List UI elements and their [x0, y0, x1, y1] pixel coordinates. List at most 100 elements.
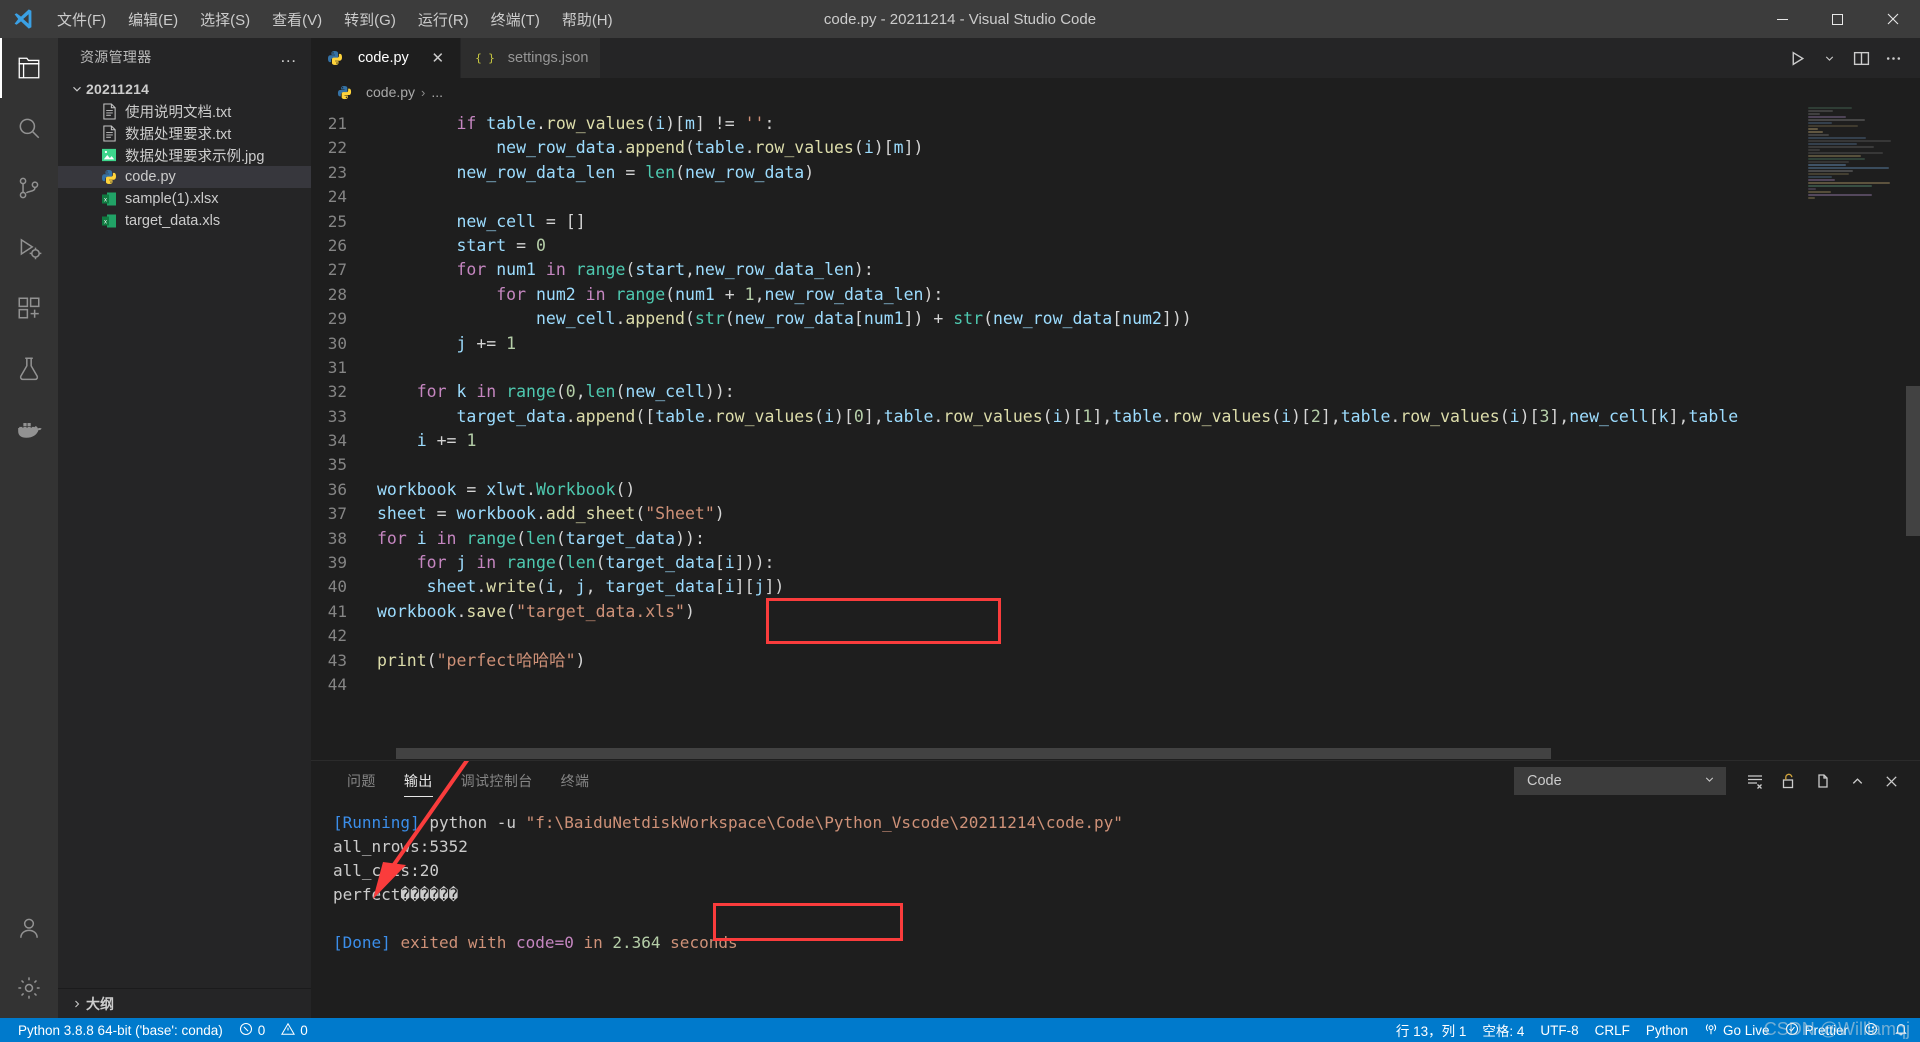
maximize-panel-icon[interactable]	[1842, 766, 1872, 796]
line-content[interactable]: new_row_data_len = len(new_row_data)	[373, 161, 814, 185]
tab-settings-json[interactable]: { } settings.json	[460, 38, 602, 78]
line-content[interactable]: j += 1	[373, 332, 516, 356]
code-editor[interactable]: 21 if table.row_values(i)[m] != '': 22 ne…	[311, 106, 1920, 760]
line-content[interactable]: i += 1	[373, 429, 477, 453]
status-bar-right: 行 13，列 1 空格: 4 UTF-8 CRLF Python Go Live	[1388, 1020, 1920, 1040]
line-content[interactable]: target_data.append([table.row_values(i)[…	[373, 405, 1738, 429]
run-code-button[interactable]	[1782, 43, 1812, 73]
editor-vertical-scrollbar[interactable]	[1906, 106, 1920, 760]
bottom-panel: 问题 输出 调试控制台 终端 Code [Running] python -u …	[311, 760, 1920, 1018]
menu-view[interactable]: 查看(V)	[261, 0, 333, 38]
tab-close-icon[interactable]: ✕	[428, 48, 448, 68]
panel-tab-output[interactable]: 输出	[390, 761, 447, 801]
line-content[interactable]: for k in range(0,len(new_cell)):	[373, 380, 735, 404]
outline-section-header[interactable]: 大纲	[58, 988, 311, 1018]
notifications-status[interactable]	[1886, 1022, 1916, 1039]
tree-item-sample-xlsx[interactable]: x sample(1).xlsx	[58, 188, 311, 210]
line-content[interactable]: print("perfect哈哈哈")	[373, 649, 585, 673]
line-content[interactable]: for i in range(len(target_data)):	[373, 527, 705, 551]
menu-help[interactable]: 帮助(H)	[551, 0, 624, 38]
menu-selection[interactable]: 选择(S)	[189, 0, 261, 38]
line-content[interactable]: new_row_data.append(table.row_values(i)[…	[373, 136, 923, 160]
editor-horizontal-scrollbar[interactable]	[311, 748, 1802, 760]
panel-header: 问题 输出 调试控制台 终端 Code	[311, 761, 1920, 801]
tree-item-usage-doc[interactable]: 使用说明文档.txt	[58, 100, 311, 122]
encoding-status[interactable]: UTF-8	[1532, 1023, 1586, 1038]
accounts-icon[interactable]	[0, 898, 58, 958]
chevron-down-icon[interactable]	[68, 82, 86, 96]
panel-tab-debug-console[interactable]: 调试控制台	[447, 761, 547, 801]
editor-vertical-scrollbar-thumb[interactable]	[1906, 386, 1920, 536]
source-control-icon[interactable]	[0, 158, 58, 218]
eol-status[interactable]: CRLF	[1587, 1023, 1638, 1038]
tree-item-target-data-xls[interactable]: x target_data.xls	[58, 210, 311, 232]
tree-item-code-py[interactable]: code.py	[58, 166, 311, 188]
svg-text:x: x	[104, 219, 107, 225]
errors-status[interactable]: 0	[231, 1018, 274, 1042]
breadcrumb-file[interactable]: code.py	[366, 84, 415, 100]
cursor-position-status[interactable]: 行 13，列 1	[1388, 1020, 1475, 1040]
menu-file[interactable]: 文件(F)	[46, 0, 117, 38]
docker-icon[interactable]	[0, 398, 58, 458]
breadcrumb-tail[interactable]: ...	[431, 84, 443, 100]
menu-run[interactable]: 运行(R)	[407, 0, 480, 38]
tree-folder-20211214[interactable]: 20211214	[58, 78, 311, 100]
python-interpreter-status[interactable]: Python 3.8.8 64-bit ('base': conda)	[10, 1018, 231, 1042]
tab-code-py[interactable]: code.py ✕	[311, 38, 461, 78]
line-number: 27	[327, 260, 347, 280]
image-file-icon	[98, 148, 120, 162]
line-content[interactable]: new_cell.append(str(new_row_data[num1]) …	[373, 307, 1192, 331]
warnings-status[interactable]: 0	[273, 1018, 316, 1042]
panel-tab-problems[interactable]: 问题	[333, 761, 390, 801]
line-content[interactable]: for j in range(len(target_data[i])):	[373, 551, 775, 575]
code-line: 30 j += 1	[311, 332, 1920, 356]
search-icon[interactable]	[0, 98, 58, 158]
line-content[interactable]: start = 0	[373, 234, 545, 258]
close-panel-icon[interactable]	[1876, 766, 1906, 796]
line-content[interactable]: new_cell = []	[373, 210, 585, 234]
editor-horizontal-scrollbar-thumb[interactable]	[396, 748, 1551, 759]
more-actions-button[interactable]	[1878, 43, 1908, 73]
extensions-icon[interactable]	[0, 278, 58, 338]
indentation-status[interactable]: 空格: 4	[1474, 1020, 1532, 1040]
maximize-button[interactable]	[1810, 0, 1865, 38]
tree-item-data-req[interactable]: 数据处理要求.txt	[58, 122, 311, 144]
editor-tabs: code.py ✕ { } settings.json	[311, 38, 1920, 78]
line-content[interactable]: workbook.save("target_data.xls")	[373, 600, 695, 624]
split-editor-button[interactable]	[1846, 43, 1876, 73]
settings-gear-icon[interactable]	[0, 958, 58, 1018]
panel-tab-terminal[interactable]: 终端	[547, 761, 604, 801]
output-channel-select[interactable]: Code	[1514, 767, 1726, 795]
prettier-status[interactable]: Prettier	[1777, 1022, 1856, 1039]
line-content[interactable]: for num1 in range(start,new_row_data_len…	[373, 258, 873, 282]
tree-item-data-req-example[interactable]: 数据处理要求示例.jpg	[58, 144, 311, 166]
line-content[interactable]: sheet = workbook.add_sheet("Sheet")	[373, 502, 725, 526]
clear-output-icon[interactable]	[1740, 766, 1770, 796]
tree-item-label: sample(1).xlsx	[125, 191, 219, 207]
line-content[interactable]: workbook = xlwt.Workbook()	[373, 478, 635, 502]
lock-icon[interactable]	[1774, 766, 1804, 796]
menu-edit[interactable]: 编辑(E)	[117, 0, 189, 38]
menu-go[interactable]: 转到(G)	[333, 0, 407, 38]
prettier-label: Prettier	[1804, 1022, 1848, 1038]
line-content[interactable]: for num2 in range(num1 + 1,new_row_data_…	[373, 283, 943, 307]
go-live-status[interactable]: Go Live	[1696, 1022, 1778, 1039]
sidebar-more-actions-icon[interactable]: …	[276, 47, 301, 67]
excel-file-icon: x	[98, 213, 120, 229]
line-number: 25	[327, 211, 347, 231]
minimize-button[interactable]	[1755, 0, 1810, 38]
menu-terminal[interactable]: 终端(T)	[480, 0, 551, 38]
testing-icon[interactable]	[0, 338, 58, 398]
line-content[interactable]: sheet.write(i, j, target_data[i][j])	[373, 575, 785, 599]
close-button[interactable]	[1865, 0, 1920, 38]
run-chevron-down-icon[interactable]	[1814, 43, 1844, 73]
explorer-icon[interactable]	[0, 38, 58, 98]
language-mode-status[interactable]: Python	[1638, 1023, 1696, 1038]
line-content[interactable]: if table.row_values(i)[m] != '':	[373, 112, 774, 136]
line-number: 22	[327, 138, 347, 158]
feedback-status[interactable]	[1856, 1022, 1886, 1039]
open-in-editor-icon[interactable]	[1808, 766, 1838, 796]
chevron-right-icon	[68, 998, 86, 1010]
vscode-window: 文件(F) 编辑(E) 选择(S) 查看(V) 转到(G) 运行(R) 终端(T…	[0, 0, 1920, 1042]
run-debug-icon[interactable]	[0, 218, 58, 278]
